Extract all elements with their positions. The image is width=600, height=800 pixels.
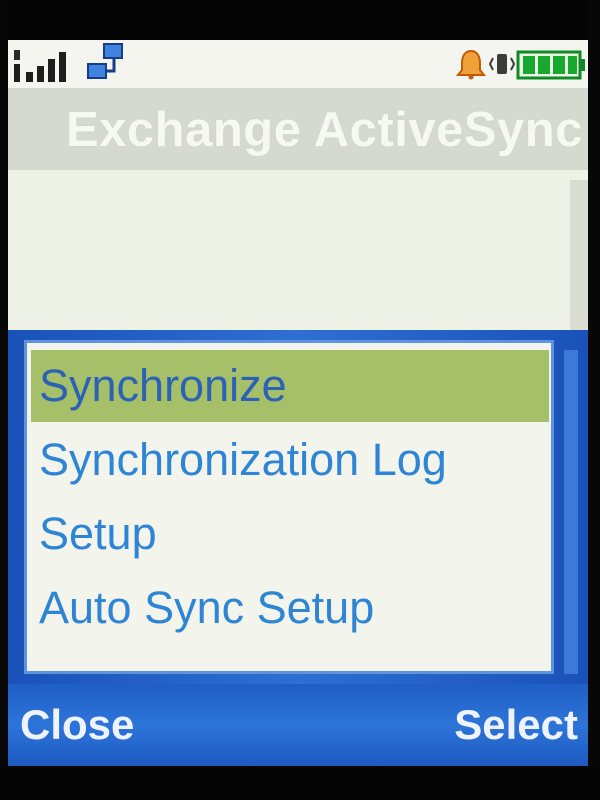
device-bezel-right xyxy=(588,0,600,800)
device-bezel-left xyxy=(0,0,8,800)
options-menu-popup: Synchronize Synchronization Log Setup Au… xyxy=(8,330,588,684)
status-bar xyxy=(8,40,588,88)
phone-screen: Exchange ActiveSync Synchronize Synchron… xyxy=(8,40,588,766)
options-menu-list: Synchronize Synchronization Log Setup Au… xyxy=(24,340,554,674)
vibrate-icon xyxy=(488,54,516,74)
close-softkey[interactable]: Close xyxy=(20,684,134,766)
app-title: Exchange ActiveSync xyxy=(66,103,583,157)
alarm-icon xyxy=(456,49,486,80)
device-bezel-bottom xyxy=(0,766,600,800)
select-softkey[interactable]: Select xyxy=(454,684,578,766)
menu-item-auto-sync-setup[interactable]: Auto Sync Setup xyxy=(31,572,549,644)
menu-item-synchronize[interactable]: Synchronize xyxy=(31,350,549,422)
background-content-panel xyxy=(8,170,570,332)
device-bezel-top xyxy=(0,0,600,40)
softkey-bar: Close Select xyxy=(8,684,588,766)
menu-item-setup[interactable]: Setup xyxy=(31,498,549,570)
battery-icon xyxy=(516,50,585,80)
menu-scrollbar[interactable] xyxy=(564,350,578,674)
network-connection-icon xyxy=(87,43,123,79)
background-scrollbar xyxy=(570,180,588,332)
signal-strength-icon xyxy=(14,50,66,82)
menu-item-synchronization-log[interactable]: Synchronization Log xyxy=(31,424,549,496)
